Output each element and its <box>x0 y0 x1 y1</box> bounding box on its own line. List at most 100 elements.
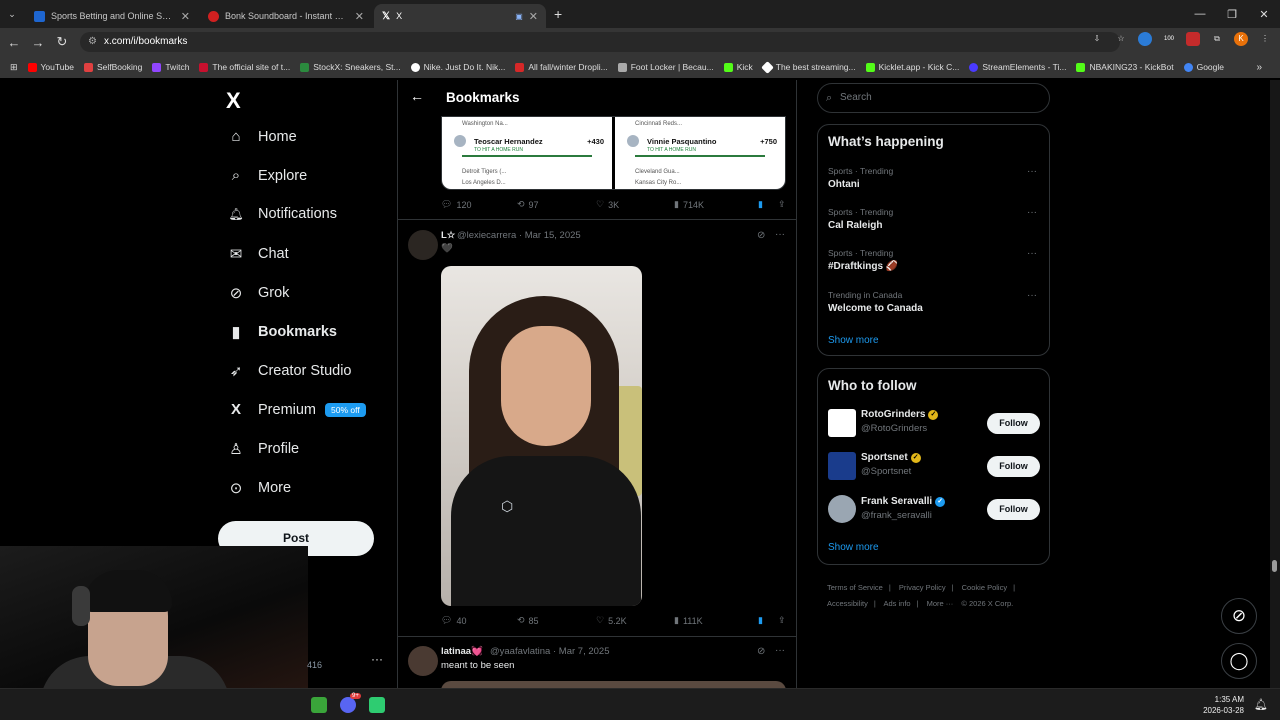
trend-item[interactable]: #Draftkings 🏈 <box>828 261 898 272</box>
more-options-icon[interactable]: ··· <box>775 645 785 656</box>
install-app-icon[interactable]: ⇩ <box>1090 32 1104 46</box>
bookmarks-overflow-icon[interactable]: » <box>1256 62 1262 73</box>
notification-bell-icon[interactable]: 🔔︎ <box>1254 698 1268 711</box>
close-tab-icon[interactable]: ✕ <box>529 10 538 23</box>
bookmark-streaming[interactable]: The best streaming... <box>760 60 856 74</box>
avatar[interactable] <box>828 452 856 480</box>
nav-grok[interactable]: ⊘ Grok <box>227 284 290 302</box>
tweet-author-name[interactable]: latinaa💓 <box>441 646 483 657</box>
bookmark-kickbot[interactable]: NBAKING23 - KickBot <box>1076 62 1174 72</box>
bookmark-dropli[interactable]: All fall/winter Dropli... <box>515 62 608 72</box>
share-button[interactable]: ⇪ <box>778 615 786 626</box>
nav-chat[interactable]: ✉ Chat <box>227 245 289 263</box>
tab-bonk-soundboard[interactable]: Bonk Soundboard - Instant Sou ✕ <box>200 4 372 28</box>
nav-creator-studio[interactable]: ➶ Creator Studio <box>227 362 352 380</box>
star-icon[interactable]: ☆ <box>1114 32 1128 46</box>
reload-icon[interactable]: ↻ <box>50 34 74 50</box>
follow-button[interactable]: Follow <box>987 499 1040 520</box>
bookmark-selfbooking[interactable]: SelfBooking <box>83 62 142 72</box>
bookmark-button[interactable]: ▮ <box>758 199 778 210</box>
account-name[interactable]: Frank Seravalli ✓ <box>861 496 946 507</box>
ads-info-link[interactable]: Ads info <box>883 599 910 608</box>
nav-notifications[interactable]: 🔔︎ Notifications <box>227 206 337 222</box>
close-tab-icon[interactable]: ✕ <box>355 10 364 23</box>
reply-button[interactable]: 💬︎ 120 <box>441 199 517 210</box>
grok-icon[interactable]: ⊘ <box>757 230 765 241</box>
tab-sports-betting[interactable]: Sports Betting and Online Spor ✕ <box>26 4 198 28</box>
privacy-link[interactable]: Privacy Policy <box>899 583 946 592</box>
restore-icon[interactable]: ❐ <box>1216 8 1248 21</box>
more-options-icon[interactable]: ··· <box>1027 207 1037 218</box>
tweet-photo-partial[interactable] <box>441 681 786 688</box>
more-link[interactable]: More ··· <box>927 599 954 608</box>
views-button[interactable]: ▮ 714K <box>674 199 758 210</box>
page-scrollbar[interactable] <box>1270 80 1280 688</box>
reply-button[interactable]: 💬︎ 40 <box>441 615 517 626</box>
follow-button[interactable]: Follow <box>987 413 1040 434</box>
follow-button[interactable]: Follow <box>987 456 1040 477</box>
trend-item[interactable]: Cal Raleigh <box>828 220 882 231</box>
back-icon[interactable]: ← <box>2 35 26 50</box>
account-name[interactable]: Sportsnet ✓ <box>861 452 921 463</box>
apps-grid-icon[interactable]: ⊞ <box>10 62 18 73</box>
nav-home[interactable]: ⌂ Home <box>227 128 296 145</box>
tab-search-icon[interactable]: ⌄ <box>0 9 24 20</box>
nav-bookmarks[interactable]: ▮ Bookmarks <box>227 323 337 341</box>
puzzle-icon[interactable]: ⧉ <box>1210 32 1224 46</box>
bookmark-streamelements[interactable]: StreamElements - Ti... <box>969 62 1066 72</box>
extension-counter-icon[interactable]: 100 <box>1162 32 1176 46</box>
more-options-icon[interactable]: ··· <box>1027 166 1037 177</box>
avatar[interactable] <box>828 495 856 523</box>
minimize-icon[interactable]: — <box>1184 8 1216 20</box>
bookmark-kick[interactable]: Kick <box>723 62 753 72</box>
discord-icon[interactable] <box>340 697 356 713</box>
new-tab-button[interactable]: + <box>554 6 562 22</box>
account-name[interactable]: RotoGrinders ✓ <box>861 409 939 420</box>
nav-more[interactable]: ⊙ More <box>227 479 291 497</box>
chat-bubble-icon[interactable]: ◯ <box>1221 643 1257 679</box>
nav-explore[interactable]: ⌕ Explore <box>227 167 307 184</box>
bookmark-button[interactable]: ▮ <box>758 615 778 626</box>
nav-profile[interactable]: ♙ Profile <box>227 440 299 458</box>
profile-avatar[interactable]: K <box>1234 32 1248 46</box>
trend-item[interactable]: Ohtani <box>828 179 860 190</box>
more-options-icon[interactable]: ··· <box>1027 290 1037 301</box>
close-tab-icon[interactable]: ✕ <box>181 10 190 23</box>
account-more-icon[interactable]: ··· <box>371 652 383 666</box>
tweet-meta[interactable]: @lexiecarrera · Mar 15, 2025 <box>457 230 581 241</box>
show-more-link[interactable]: Show more <box>828 335 879 346</box>
repost-button[interactable]: ⟲ 85 <box>517 615 596 626</box>
bookmark-stockx[interactable]: StockX: Sneakers, St... <box>300 62 401 72</box>
trend-item[interactable]: Welcome to Canada <box>828 303 923 314</box>
bookmark-kicklet[interactable]: Kicklet.app - Kick C... <box>865 62 959 72</box>
close-window-icon[interactable]: ✕ <box>1248 8 1280 21</box>
views-button[interactable]: ▮ 111K <box>674 615 758 626</box>
extension-blue-icon[interactable] <box>1138 32 1152 46</box>
system-clock[interactable]: 1:35 AM 2026-03-28 <box>1203 694 1244 716</box>
avatar[interactable] <box>828 409 856 437</box>
xbox-app-icon[interactable] <box>311 697 327 713</box>
scroll-thumb[interactable] <box>1272 560 1277 572</box>
tweet-author-name[interactable]: L☆ <box>441 230 455 241</box>
forward-icon[interactable]: → <box>26 35 50 50</box>
search-input[interactable]: ⌕ Search <box>817 83 1050 113</box>
grok-float-icon[interactable]: ⊘ <box>1221 598 1257 634</box>
bookmark-footlocker[interactable]: Foot Locker | Becau... <box>617 62 714 72</box>
grok-icon[interactable]: ⊘ <box>757 646 765 657</box>
nav-premium[interactable]: X Premium 50% off <box>227 401 366 418</box>
more-options-icon[interactable]: ··· <box>1027 248 1037 259</box>
like-button[interactable]: ♡ 3K <box>596 199 674 210</box>
streaming-app-icon[interactable] <box>369 697 385 713</box>
site-info-icon[interactable]: ⚙ <box>88 32 97 52</box>
share-button[interactable]: ⇪ <box>778 199 786 210</box>
bookmark-twitch[interactable]: Twitch <box>152 62 189 72</box>
address-bar[interactable]: ⚙ x.com/i/bookmarks <box>80 32 1120 52</box>
tab-x[interactable]: 𝕏 X ▣ ✕ <box>374 4 546 28</box>
terms-link[interactable]: Terms of Service <box>827 583 883 592</box>
tweet-meta[interactable]: @yaafavlatina · Mar 7, 2025 <box>490 646 609 657</box>
bet-slip-image[interactable]: Washington Na... Teoscar Hernandez TO HI… <box>441 116 786 190</box>
cookie-link[interactable]: Cookie Policy <box>962 583 1007 592</box>
bookmark-youtube[interactable]: YouTube <box>27 62 74 72</box>
bookmark-google[interactable]: Google <box>1183 62 1224 72</box>
show-more-link[interactable]: Show more <box>828 542 879 553</box>
